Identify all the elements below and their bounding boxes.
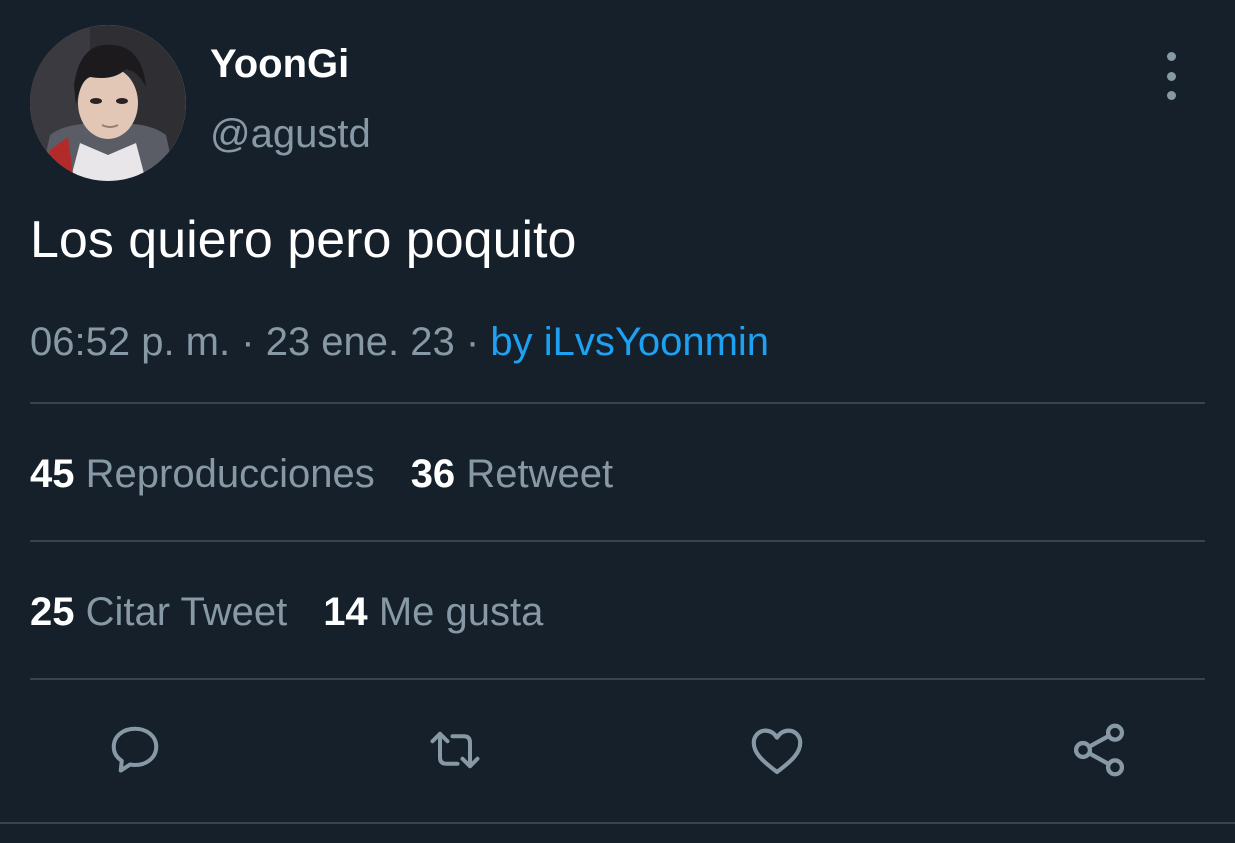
like-icon (751, 728, 803, 775)
stats-row-1: 45 Reproducciones 36 Retweet (30, 450, 613, 498)
share-icon (1073, 723, 1125, 777)
likes-label: Me gusta (378, 590, 544, 634)
more-dot-icon (1166, 52, 1176, 61)
likes-stat[interactable]: 14 Me gusta (323, 590, 543, 634)
more-dot-icon (1166, 71, 1176, 81)
retweets-label: Retweet (466, 452, 614, 496)
more-dot-icon (1166, 91, 1176, 100)
bottom-divider (0, 822, 1235, 824)
reply-icon (111, 726, 159, 773)
meta-separator: · (465, 320, 480, 364)
divider (30, 402, 1205, 404)
reply-button[interactable] (100, 715, 170, 785)
divider (30, 540, 1205, 542)
retweet-button[interactable] (420, 715, 490, 785)
stats-row-2: 25 Citar Tweet 14 Me gusta (30, 588, 543, 636)
divider (30, 678, 1205, 680)
tweet-detail: YoonGi @agustd Los quiero pero poquito 0… (0, 0, 1235, 843)
action-bar (0, 715, 1235, 795)
like-button[interactable] (742, 715, 812, 785)
quotes-label: Citar Tweet (85, 590, 288, 634)
author-handle[interactable]: @agustd (210, 110, 371, 158)
views-count: 45 (30, 452, 75, 496)
author-name[interactable]: YoonGi (210, 42, 349, 86)
quotes-count: 25 (30, 590, 75, 634)
retweet-icon (430, 731, 480, 769)
avatar[interactable] (30, 25, 186, 181)
tweet-date[interactable]: 23 ene. 23 (266, 320, 455, 364)
likes-count: 14 (323, 590, 368, 634)
more-options-button[interactable] (1155, 52, 1187, 100)
views-label: Reproducciones (85, 452, 375, 496)
avatar-image (30, 25, 186, 181)
tweet-time[interactable]: 06:52 p. m. (30, 320, 230, 364)
tweet-meta: 06:52 p. m. · 23 ene. 23 · by iLvsYoonmi… (30, 318, 769, 366)
quotes-stat[interactable]: 25 Citar Tweet (30, 590, 287, 634)
tweet-text: Los quiero pero poquito (30, 211, 577, 269)
share-button[interactable] (1064, 715, 1134, 785)
meta-separator: · (241, 320, 255, 364)
retweets-count: 36 (410, 452, 456, 496)
tweet-source-link[interactable]: by iLvsYoonmin (490, 320, 769, 364)
views-stat[interactable]: 45 Reproducciones (30, 452, 375, 496)
retweets-stat[interactable]: 36 Retweet (411, 452, 613, 496)
